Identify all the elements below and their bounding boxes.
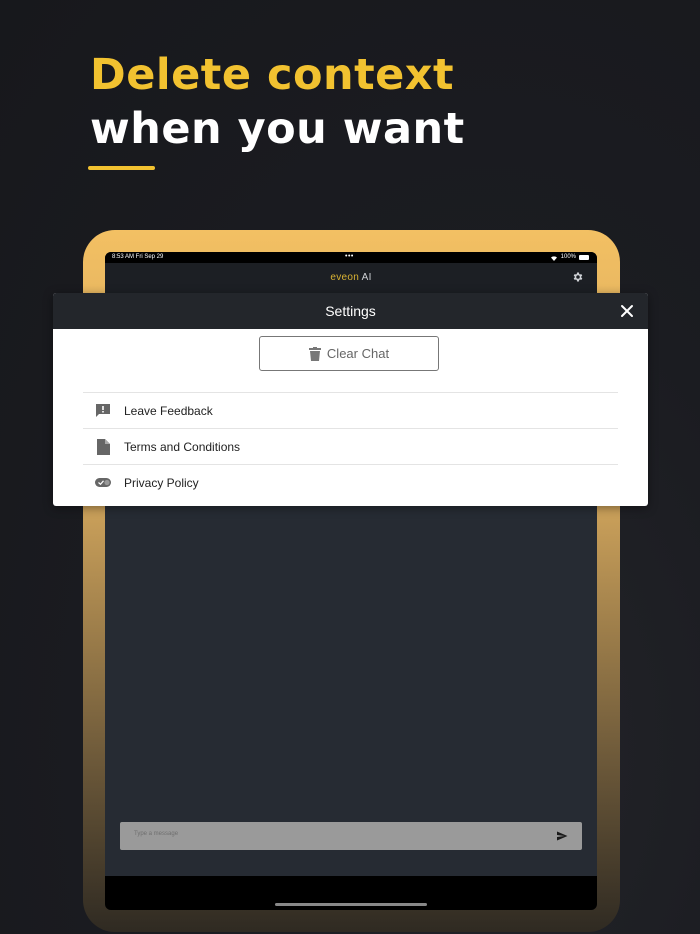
battery-percent: 100%	[560, 254, 576, 260]
send-icon[interactable]	[556, 830, 568, 842]
settings-header: Settings	[53, 293, 648, 329]
message-input[interactable]: Type a message	[120, 822, 582, 850]
status-time: 8:53 AM Fri Sep 29	[112, 254, 164, 260]
toggle-icon	[95, 475, 111, 491]
hero-underline	[88, 166, 155, 170]
feedback-icon	[95, 403, 111, 419]
trash-icon	[308, 346, 321, 361]
app-header: eveon AI	[105, 263, 597, 293]
clear-chat-button[interactable]: Clear Chat	[259, 336, 439, 371]
settings-modal: Settings Clear Chat Leave Feedback Terms…	[53, 293, 648, 506]
battery-icon	[579, 255, 589, 260]
settings-menu: Leave Feedback Terms and Conditions Priv…	[83, 392, 618, 500]
close-icon[interactable]	[619, 303, 635, 319]
menu-item-label: Privacy Policy	[124, 475, 199, 490]
brand-part-2: AI	[359, 272, 372, 283]
app-brand: eveon AI	[105, 272, 597, 283]
hero-line-1: Delete context	[90, 50, 455, 100]
status-bar: 8:53 AM Fri Sep 29 ••• 100%	[105, 252, 597, 263]
message-placeholder: Type a message	[134, 831, 179, 837]
brand-part-1: eveon	[330, 272, 360, 283]
settings-title: Settings	[325, 303, 376, 319]
menu-item-leave-feedback[interactable]: Leave Feedback	[83, 392, 618, 428]
hero-line-2: when you want	[90, 104, 465, 154]
bottom-bar	[105, 876, 597, 910]
menu-item-privacy-policy[interactable]: Privacy Policy	[83, 464, 618, 500]
home-indicator[interactable]	[275, 903, 427, 906]
multitask-dots[interactable]: •••	[345, 252, 354, 262]
menu-item-terms-and-conditions[interactable]: Terms and Conditions	[83, 428, 618, 464]
hero-headline: Delete context when you want	[90, 48, 465, 156]
status-right: 100%	[550, 252, 589, 263]
menu-item-label: Leave Feedback	[124, 403, 213, 418]
clear-chat-label: Clear Chat	[326, 346, 390, 361]
gear-icon[interactable]	[572, 271, 584, 283]
document-icon	[95, 438, 111, 455]
menu-item-label: Terms and Conditions	[124, 439, 241, 454]
wifi-icon	[550, 255, 557, 261]
